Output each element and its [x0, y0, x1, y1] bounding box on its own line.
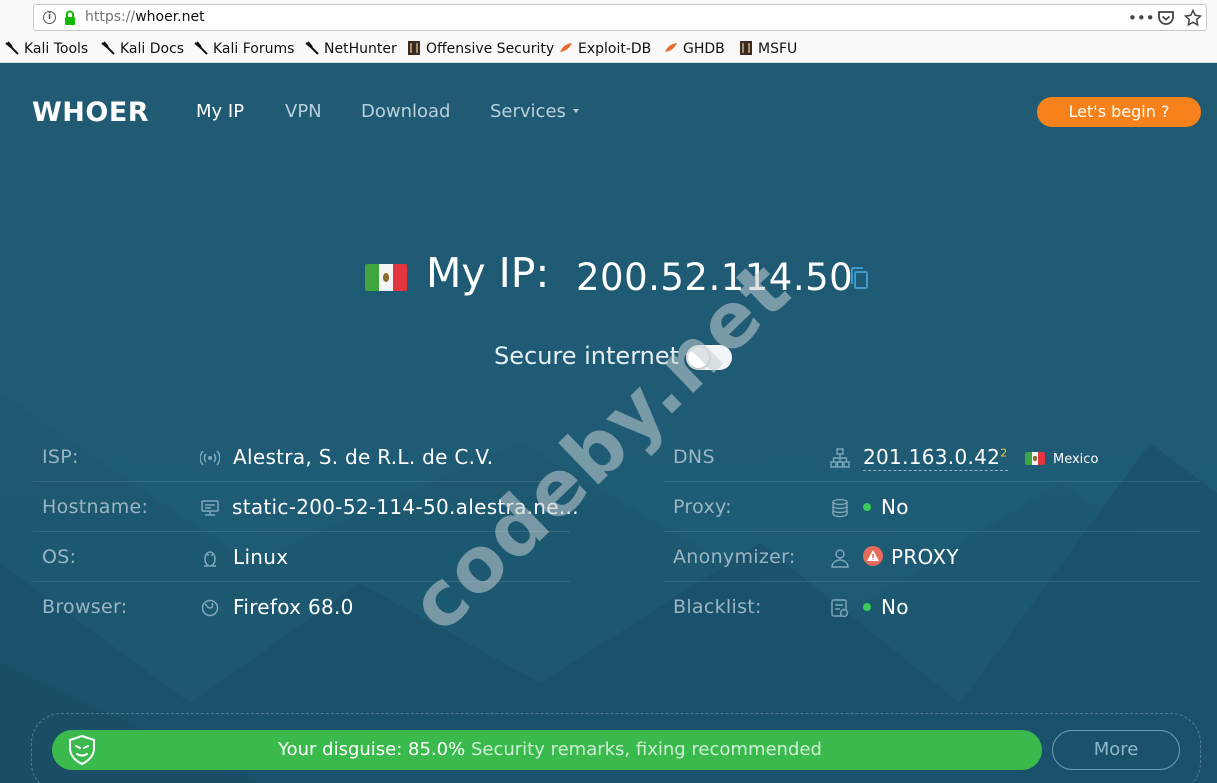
bookmark-kali-forums[interactable]: Kali Forums: [194, 40, 294, 58]
whoer-page: WHOER My IP VPN Download Services Let's …: [0, 63, 1217, 783]
anonymizer-value-text: PROXY: [891, 545, 959, 569]
page-actions-icon[interactable]: •••: [1128, 8, 1155, 28]
offsec-icon: [740, 41, 752, 55]
warning-icon: [863, 546, 883, 566]
proxy-label: Proxy:: [673, 496, 732, 518]
kali-dragon-icon: [5, 41, 19, 55]
copy-icon[interactable]: [849, 266, 869, 290]
bookmarks-toolbar: Kali Tools Kali Docs Kali Forums NetHunt…: [0, 36, 1217, 63]
blacklist-value: No: [863, 595, 909, 619]
nav-download[interactable]: Download: [361, 101, 450, 122]
disguise-note: Security remarks, fixing recommended: [470, 739, 822, 760]
nav-vpn[interactable]: VPN: [285, 101, 322, 122]
url-text[interactable]: https://whoer.net: [85, 9, 205, 25]
dns-ip: 201.163.0.42: [863, 445, 1001, 469]
row-divider: [663, 481, 1200, 482]
nav-services[interactable]: Services: [490, 101, 579, 122]
firefox-icon: [201, 599, 219, 617]
blacklist-value-text: No: [881, 595, 909, 619]
isp-value: Alestra, S. de R.L. de C.V.: [233, 445, 494, 469]
address-bar[interactable]: i https://whoer.net •••: [33, 4, 1207, 31]
anonymizer-label: Anonymizer:: [673, 546, 796, 568]
nav-my-ip[interactable]: My IP: [196, 101, 244, 122]
chevron-down-icon: [572, 109, 579, 113]
bookmark-msfu[interactable]: MSFU: [739, 40, 797, 58]
bookmark-exploit-db[interactable]: Exploit-DB: [559, 40, 651, 58]
status-ok-icon: [863, 503, 871, 511]
bookmark-ghdb[interactable]: GHDB: [664, 40, 725, 58]
lets-begin-button[interactable]: Let's begin ?: [1037, 97, 1201, 127]
proxy-value-text: No: [881, 495, 909, 519]
checklist-icon: [831, 599, 849, 618]
network-icon: [830, 448, 850, 468]
kali-dragon-icon: [194, 41, 208, 55]
pocket-icon[interactable]: [1157, 9, 1175, 27]
whoer-logo[interactable]: WHOER: [32, 97, 149, 128]
secure-lock-icon[interactable]: [64, 10, 76, 26]
user-icon: [831, 549, 849, 568]
bookmark-offensive-security[interactable]: Offensive Security: [407, 40, 554, 58]
mexico-flag-icon: [1025, 452, 1045, 465]
more-button[interactable]: More: [1052, 730, 1180, 770]
dns-label: DNS: [673, 446, 715, 468]
my-ip-label: My IP:: [426, 249, 550, 297]
disguise-text: Your disguise: 85.0% Security remarks, f…: [278, 739, 822, 760]
nav-services-label: Services: [490, 101, 566, 122]
status-ok-icon: [863, 603, 871, 611]
signal-icon: [200, 450, 220, 466]
blacklist-label: Blacklist:: [673, 596, 762, 618]
anonymizer-value: PROXY: [863, 545, 959, 569]
hostname-label: Hostname:: [42, 496, 149, 518]
row-divider: [663, 531, 1200, 532]
browser-value: Firefox 68.0: [233, 595, 354, 619]
database-icon: [832, 498, 848, 518]
mask-shield-icon: [69, 735, 95, 765]
browser-label: Browser:: [42, 596, 128, 618]
dns-count: 2: [1000, 446, 1008, 460]
bookmark-kali-docs[interactable]: Kali Docs: [101, 40, 184, 58]
offsec-icon: [408, 41, 420, 55]
linux-icon: [204, 551, 216, 567]
proxy-value: No: [863, 495, 909, 519]
bookmark-kali-tools[interactable]: Kali Tools: [5, 40, 88, 58]
bookmark-star-icon[interactable]: [1184, 9, 1202, 27]
page-info-icon[interactable]: i: [43, 11, 56, 24]
dns-country: Mexico: [1053, 452, 1099, 467]
row-divider: [33, 481, 570, 482]
exploitdb-icon: [665, 43, 677, 52]
bookmark-nethunter[interactable]: NetHunter: [305, 40, 397, 58]
kali-dragon-icon: [101, 41, 115, 55]
row-divider: [663, 581, 1200, 582]
isp-label: ISP:: [42, 446, 79, 468]
disguise-score: Your disguise: 85.0%: [278, 739, 466, 760]
os-label: OS:: [42, 546, 77, 568]
dns-value[interactable]: 201.163.0.422: [863, 445, 1008, 471]
server-icon: [201, 500, 219, 516]
kali-dragon-icon: [305, 41, 319, 55]
os-value: Linux: [233, 545, 289, 569]
mexico-flag-icon: [365, 264, 407, 291]
browser-toolbar: i https://whoer.net •••: [0, 0, 1217, 36]
exploitdb-icon: [560, 43, 572, 52]
